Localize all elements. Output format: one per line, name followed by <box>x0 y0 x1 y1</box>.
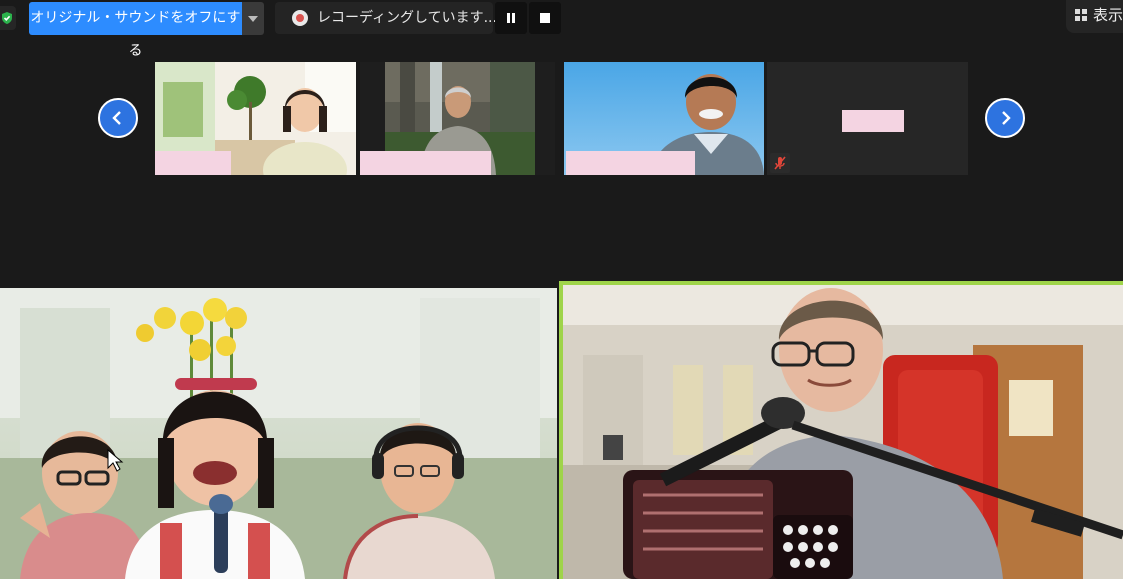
chevron-left-icon <box>112 111 121 125</box>
pause-recording-button[interactable] <box>495 2 527 34</box>
recording-indicator: レコーディングしています... <box>275 2 497 34</box>
participant-name-label <box>842 110 904 132</box>
main-video-left[interactable] <box>0 288 557 579</box>
participant-tile-2[interactable] <box>360 62 555 175</box>
participant-name-label <box>155 151 231 175</box>
participant-thumbnail-strip <box>155 62 968 175</box>
security-shield-icon[interactable] <box>0 6 16 30</box>
meeting-toolbar: オリジナル・サウンドをオフにする レコーディングしています... 表示 <box>0 0 1123 59</box>
stop-recording-button[interactable] <box>529 2 561 34</box>
participant-tile-3[interactable] <box>564 62 764 175</box>
chevron-down-icon[interactable] <box>242 2 264 35</box>
participant-tile-4[interactable] <box>767 62 968 175</box>
original-sound-button[interactable]: オリジナル・サウンドをオフにする <box>29 2 242 59</box>
participant-tile-1[interactable] <box>155 62 356 175</box>
participant-video-main-right <box>563 285 1123 579</box>
view-button[interactable]: 表示 <box>1066 0 1123 33</box>
view-label: 表示 <box>1093 6 1123 24</box>
mic-muted-icon <box>770 153 790 173</box>
record-icon <box>292 10 308 26</box>
grid-icon <box>1075 9 1087 21</box>
participant-name-label <box>360 151 491 175</box>
chevron-right-icon <box>1002 111 1011 125</box>
next-page-button[interactable] <box>985 98 1025 138</box>
recording-status-text: レコーディングしています... <box>317 10 497 26</box>
participant-name-label <box>566 151 695 175</box>
previous-page-button[interactable] <box>98 98 138 138</box>
participant-video-main-left <box>0 288 557 579</box>
main-video-right-active-speaker[interactable] <box>559 281 1123 579</box>
